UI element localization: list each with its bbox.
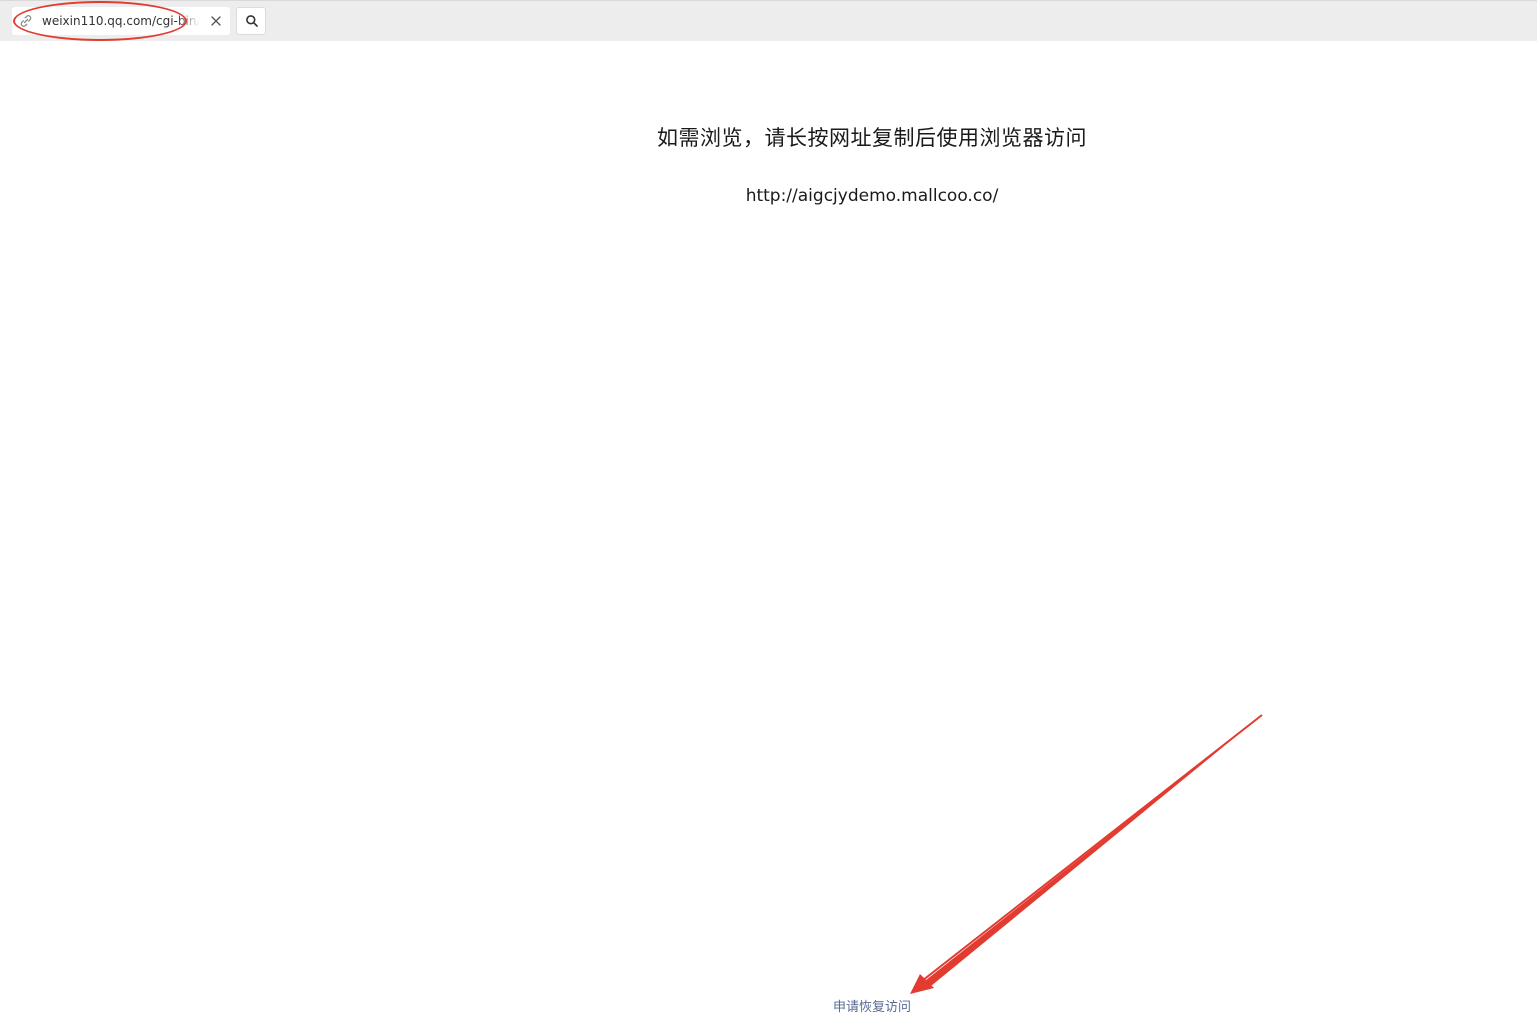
link-icon bbox=[18, 13, 34, 29]
notice-url: http://aigcjydemo.mallcoo.co/ bbox=[745, 186, 999, 206]
restore-access-link-row: 申请恢复访问 bbox=[0, 996, 1537, 1015]
page: weixin110.qq.com/cgi-bin/mmspamsupport-b… bbox=[0, 0, 1537, 1019]
close-icon[interactable] bbox=[208, 13, 224, 29]
notice-title: 如需浏览，请长按网址复制后使用浏览器访问 bbox=[657, 126, 1087, 150]
url-field[interactable]: weixin110.qq.com/cgi-bin/mmspamsupport-b… bbox=[12, 7, 230, 35]
restore-access-link[interactable]: 申请恢复访问 bbox=[833, 1000, 911, 1015]
search-icon bbox=[246, 15, 258, 27]
search-button[interactable] bbox=[236, 7, 266, 35]
address-bar: weixin110.qq.com/cgi-bin/mmspamsupport-b… bbox=[0, 0, 1537, 41]
annotation-arrow bbox=[910, 714, 1263, 994]
url-text[interactable]: weixin110.qq.com/cgi-bin/mmspamsupport-b… bbox=[42, 7, 200, 35]
